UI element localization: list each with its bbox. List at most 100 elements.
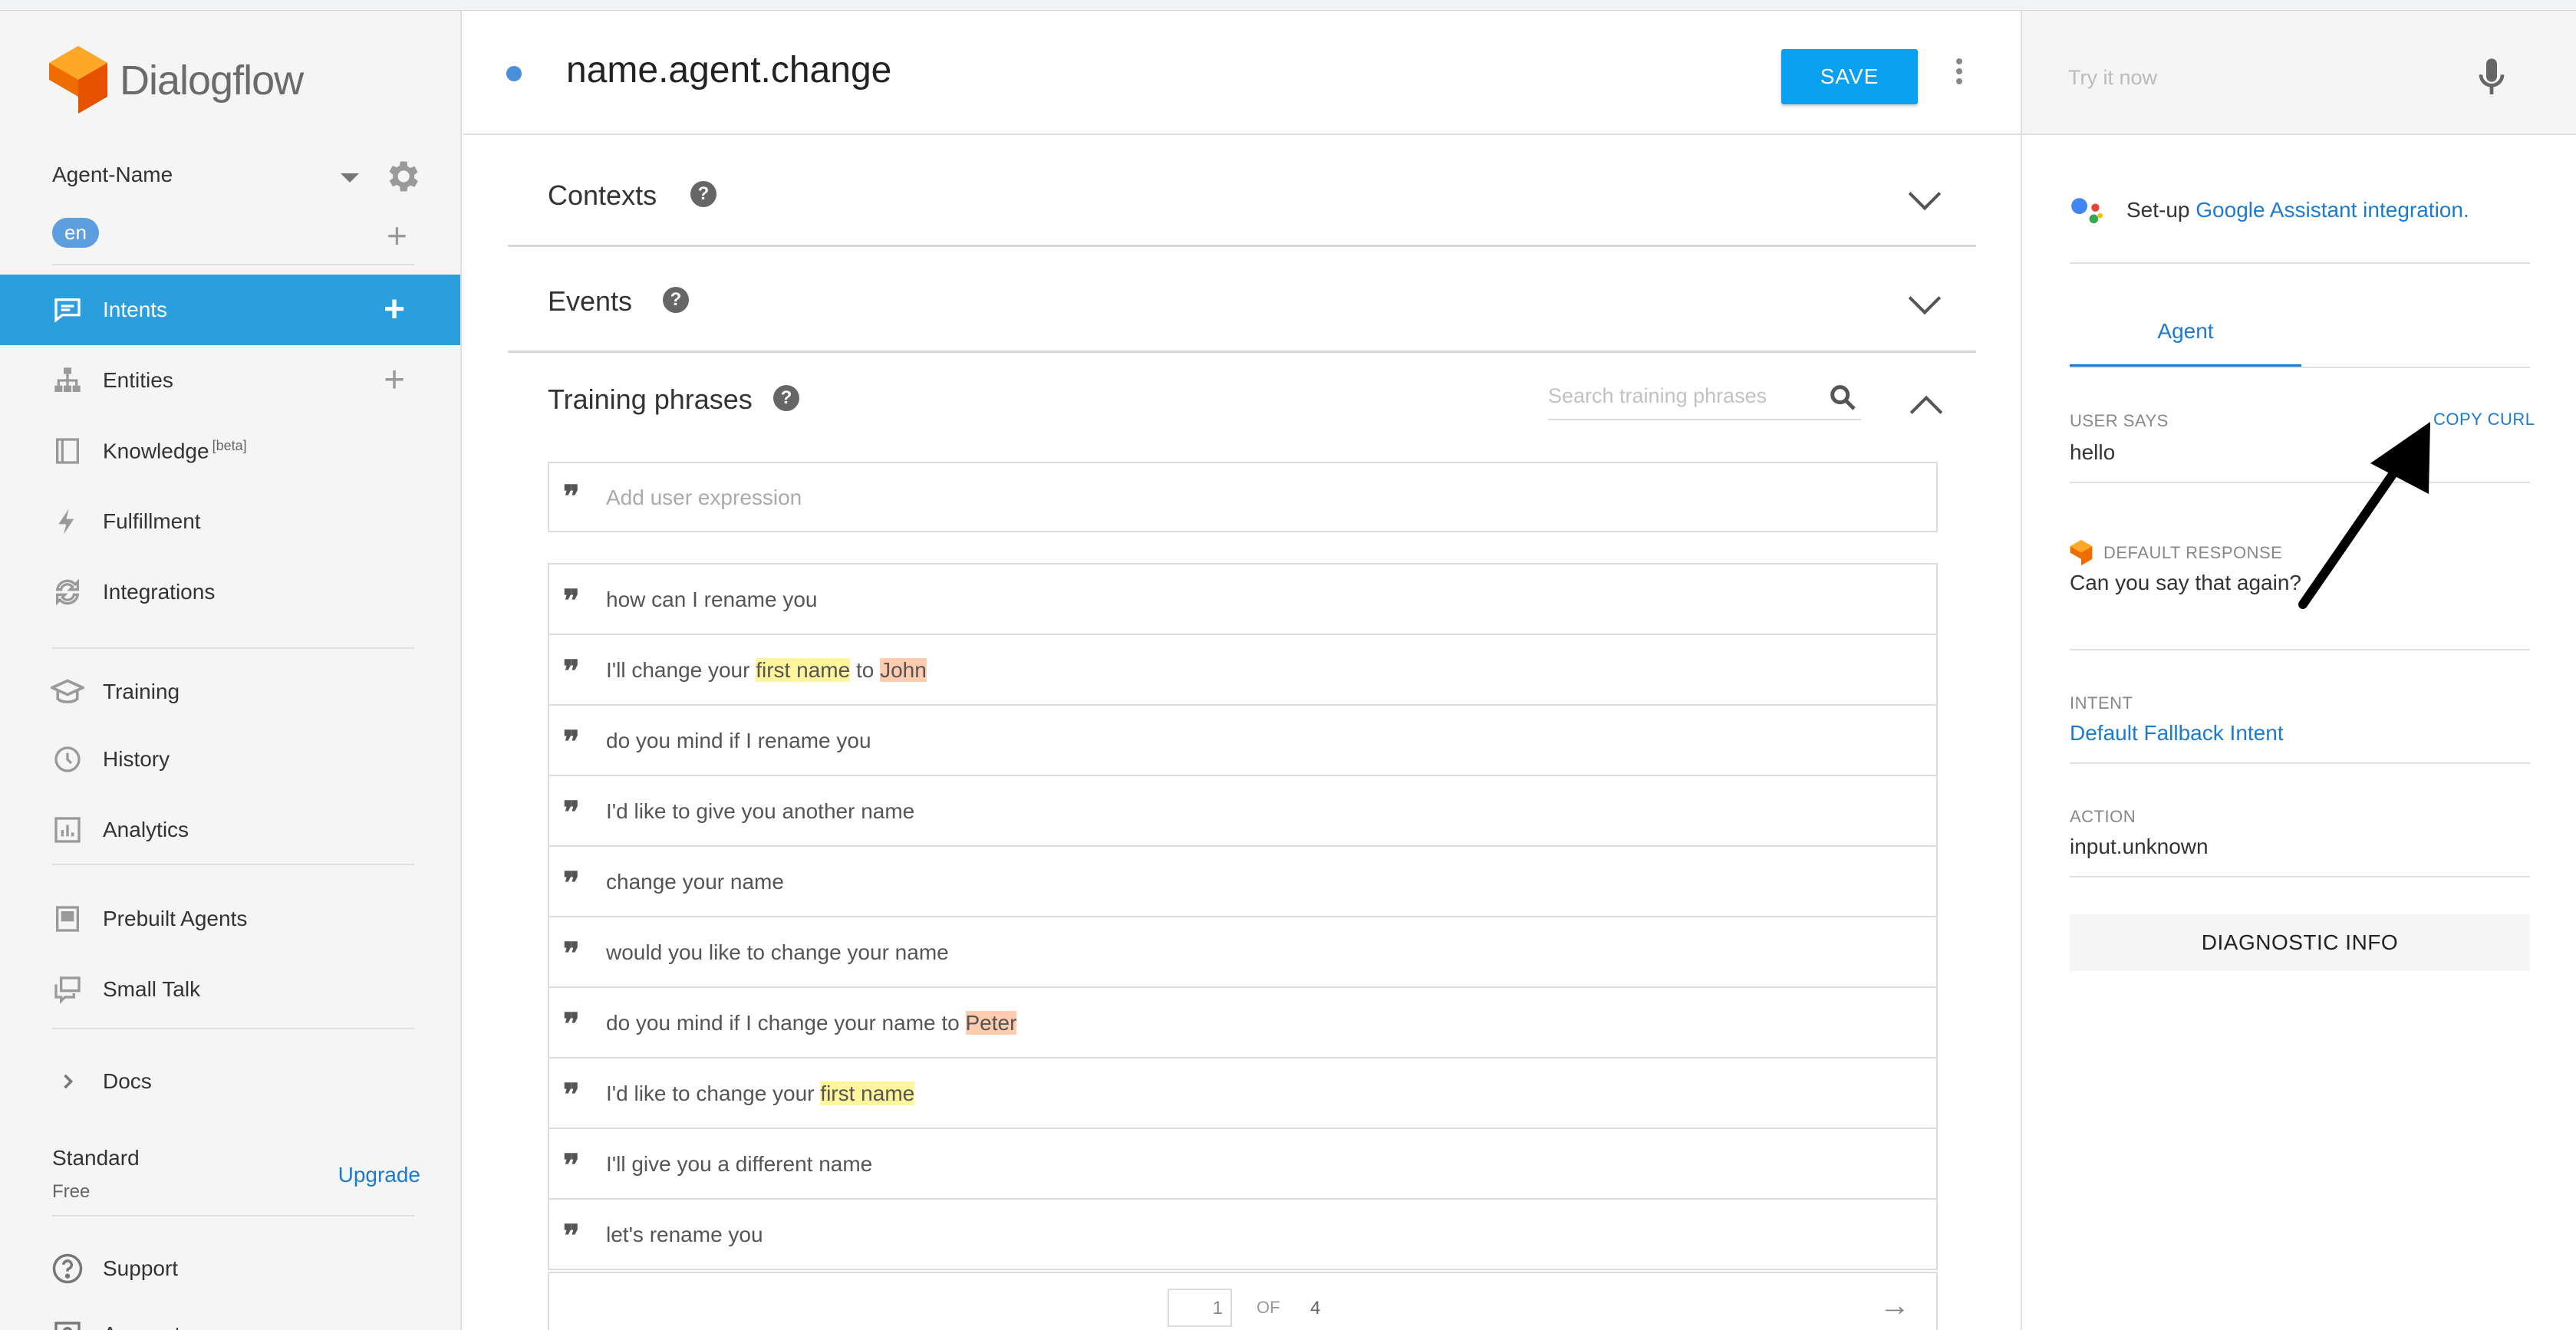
quote-icon: ❞ [563,1218,580,1254]
user-says-value: hello [2070,440,2116,464]
training-phrase-row[interactable]: ❞ I'd like to change your first name [549,1058,1936,1129]
training-phrase-row[interactable]: ❞ I'll give you a different name [549,1129,1936,1200]
tab-agent[interactable]: Agent [2070,304,2301,367]
quote-icon: ❞ [563,1147,580,1184]
fulfillment-icon [51,505,84,538]
add-expression-input[interactable] [606,479,1910,517]
google-assistant-icon [2071,198,2103,224]
contexts-section[interactable]: Contexts ? [508,135,1976,247]
training-phrase-text[interactable]: I'll change your first name to John [606,658,927,683]
training-phrase-text[interactable]: do you mind if I rename you [606,729,871,753]
sidebar-item-intents[interactable]: Intents + [0,275,460,345]
more-vert-icon[interactable] [1955,58,1964,89]
training-phrase-row[interactable]: ❞ do you mind if I change your name to Pe… [549,988,1936,1058]
separator [2070,482,2530,483]
sidebar-item-small-talk[interactable]: Small Talk [0,954,460,1025]
phrase-segment: change your name [606,870,784,894]
gear-icon[interactable] [382,156,422,196]
page-of-label: OF [1257,1298,1280,1317]
add-language-icon[interactable]: + [387,218,407,253]
sidebar-item-integrations[interactable]: Integrations [0,557,460,627]
training-phrase-row[interactable]: ❞ would you like to change your name [549,917,1936,988]
sidebar-item-prebuilt-agents[interactable]: Prebuilt Agents [0,884,460,954]
phrase-segment: I'll change your [606,658,756,682]
add-entity-icon[interactable]: + [384,362,405,399]
microphone-icon[interactable] [2476,57,2507,100]
agent-selector[interactable]: Agent-Name [52,156,420,202]
dialogflow-logo-icon [49,46,107,114]
language-pill[interactable]: en [52,218,99,248]
chevron-up-icon[interactable] [1909,395,1943,429]
quote-icon: ❞ [563,795,580,831]
training-phrase-text[interactable]: change your name [606,870,784,894]
help-icon[interactable]: ? [690,181,716,207]
quote-icon: ❞ [563,1077,580,1113]
events-section[interactable]: Events ? [508,247,1976,353]
training-phrase-row[interactable]: ❞ I'd like to give you another name [549,776,1936,847]
training-phrase-row[interactable]: ❞ do you mind if I rename you [549,706,1936,776]
entity-annotation[interactable]: Peter [965,1011,1017,1035]
search-icon[interactable] [1827,382,1858,413]
save-button[interactable]: SAVE [1781,49,1918,104]
intent-label: INTENT [2070,693,2133,713]
training-phrase-row[interactable]: ❞ how can I rename you [549,565,1936,635]
assistant-integration-link[interactable]: Google Assistant integration. [2196,198,2469,222]
entity-annotation[interactable]: John [880,658,927,682]
training-phrase-row[interactable]: ❞ change your name [549,847,1936,917]
training-phrase-text[interactable]: how can I rename you [606,588,818,612]
arrow-right-icon[interactable]: → [1879,1289,1910,1323]
chevron-down-icon[interactable] [1908,281,1942,315]
phrase-segment: how can I rename you [606,588,818,611]
intent-name[interactable]: name.agent.change [566,49,891,91]
help-icon[interactable]: ? [773,385,799,411]
copy-curl-link[interactable]: COPY CURL [2433,410,2535,430]
separator [2070,262,2530,264]
search-input[interactable] [1548,379,1794,413]
sidebar-item-label: Training [103,680,180,703]
default-response-value: Can you say that again? [2070,571,2301,594]
training-phrase-text[interactable]: would you like to change your name [606,940,949,965]
upgrade-link[interactable]: Upgrade [338,1163,420,1187]
sidebar-item-entities[interactable]: Entities + [0,345,460,416]
chevron-down-icon[interactable] [1908,177,1942,211]
priority-dot[interactable] [506,66,522,81]
section-title: Contexts [548,179,657,211]
training-phrase-text[interactable]: I'd like to give you another name [606,799,914,824]
caret-down-icon[interactable] [341,173,359,183]
training-phrase-text[interactable]: I'd like to change your first name [606,1081,915,1106]
training-phrase-text[interactable]: I'll give you a different name [606,1152,872,1177]
agent-name[interactable]: Agent-Name [52,163,173,187]
entity-annotation[interactable]: first name [756,658,851,682]
quote-icon: ❞ [563,724,580,760]
sidebar-item-analytics[interactable]: Analytics [0,795,460,865]
matched-intent-link[interactable]: Default Fallback Intent [2070,721,2284,746]
sidebar-item-history[interactable]: History [0,724,460,795]
add-intent-icon[interactable]: + [384,291,405,328]
help-icon[interactable]: ? [663,287,689,313]
section-title: Events [548,285,633,317]
training-phrases-search [1548,379,1861,420]
training-phrase-text[interactable]: do you mind if I change your name to Pet… [606,1011,1017,1035]
sidebar-item-account[interactable]: Account [0,1299,460,1330]
sidebar-divider [52,647,414,649]
intent-header: name.agent.change SAVE [463,11,2021,135]
training-phrase-row[interactable]: ❞ let's rename you [549,1200,1936,1270]
sidebar-item-docs[interactable]: Docs [0,1046,460,1117]
plan-tier: Free [52,1181,91,1202]
logo[interactable]: Dialogflow [49,46,304,115]
training-icon [51,675,84,709]
sidebar-item-fulfillment[interactable]: Fulfillment [0,486,460,557]
phrase-segment: do you mind if I change your name to [606,1011,966,1035]
sidebar-item-training[interactable]: Training [0,657,460,727]
integrations-icon [51,575,84,609]
training-phrase-row[interactable]: ❞ I'll change your first name to John [549,635,1936,706]
page-number-input[interactable]: 1 [1168,1289,1232,1327]
training-phrase-text[interactable]: let's rename you [606,1223,763,1247]
separator [2070,876,2530,877]
sidebar-item-support[interactable]: Support [0,1233,460,1304]
sidebar-item-label: Fulfillment [103,509,201,533]
diagnostic-info-button[interactable]: DIAGNOSTIC INFO [2070,914,2530,971]
sidebar-item-knowledge[interactable]: Knowledge [beta] [0,416,460,486]
try-it-now-input[interactable] [2068,58,2452,97]
entity-annotation[interactable]: first name [820,1081,915,1105]
